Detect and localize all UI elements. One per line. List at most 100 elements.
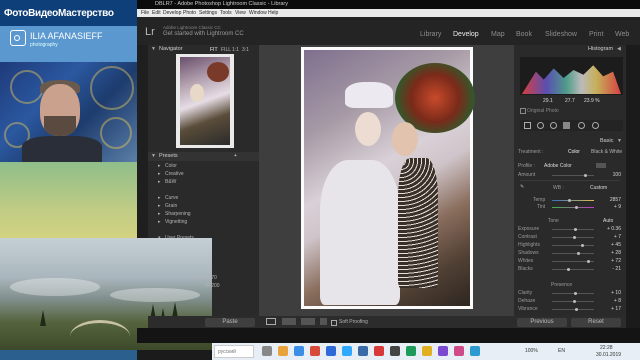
red-eye-icon[interactable]: [550, 122, 557, 129]
basic-title[interactable]: Basic: [600, 138, 613, 144]
reset-button[interactable]: Reset: [571, 318, 621, 327]
module-develop[interactable]: Develop: [453, 31, 479, 38]
lightroom-taskbar-icon[interactable]: [358, 346, 368, 356]
app-icon-2[interactable]: [390, 346, 400, 356]
app-icon-7[interactable]: [470, 346, 480, 356]
taskbar-search[interactable]: русский: [214, 345, 254, 358]
collapse-basic-icon[interactable]: ▼: [617, 138, 622, 144]
module-slideshow[interactable]: Slideshow: [545, 31, 577, 38]
slider-knob[interactable]: [586, 260, 590, 263]
profile-dropdown[interactable]: Adobe Color: [544, 163, 572, 169]
menu-view[interactable]: View: [235, 10, 246, 16]
photoshop-icon[interactable]: [342, 346, 352, 356]
preset-folder-color[interactable]: Color: [165, 163, 177, 169]
slider-track[interactable]: [552, 253, 594, 254]
clock-date[interactable]: 30.01.2019: [596, 352, 621, 358]
preset-folder-grain[interactable]: Grain: [165, 203, 177, 209]
battery-level[interactable]: 100%: [525, 348, 538, 354]
histogram-title[interactable]: Histogram: [588, 46, 613, 52]
slider-value[interactable]: - 21: [601, 266, 621, 272]
slider-knob[interactable]: [574, 308, 578, 311]
compare-icon[interactable]: [301, 318, 315, 325]
grid-icon[interactable]: [320, 318, 327, 325]
collapse-navigator-icon[interactable]: ▼: [151, 46, 156, 52]
tint-value[interactable]: + 9: [601, 204, 621, 210]
app-icon-6[interactable]: [454, 346, 464, 356]
app-icon-3[interactable]: [406, 346, 416, 356]
module-print[interactable]: Print: [589, 31, 603, 38]
menu-settings[interactable]: Settings: [199, 10, 217, 16]
slider-value[interactable]: + 7: [601, 234, 621, 240]
preset-item-70-200[interactable]: 70-200: [204, 283, 220, 289]
radial-filter-icon[interactable]: [578, 122, 585, 129]
word-icon[interactable]: [326, 346, 336, 356]
collapse-presets-icon[interactable]: ▼: [151, 153, 156, 159]
spot-removal-icon[interactable]: [537, 122, 544, 129]
clock-time[interactable]: 22:28: [600, 345, 613, 351]
slider-value[interactable]: + 10: [601, 290, 621, 296]
before-after-icon[interactable]: [282, 318, 296, 325]
slider-knob[interactable]: [580, 244, 584, 247]
original-photo-checkbox[interactable]: [520, 108, 526, 114]
profile-browser-icon[interactable]: [596, 163, 606, 168]
menu-develop[interactable]: Develop: [163, 10, 181, 16]
slider-knob[interactable]: [573, 228, 577, 231]
module-library[interactable]: Library: [420, 31, 441, 38]
slider-value[interactable]: + 28: [601, 250, 621, 256]
temp-slider[interactable]: [552, 200, 594, 201]
zoom-3-1[interactable]: 3:1: [242, 47, 249, 53]
zoom-fill[interactable]: FILL: [221, 47, 231, 53]
app-icon-5[interactable]: [438, 346, 448, 356]
slider-value[interactable]: + 72: [601, 258, 621, 264]
module-map[interactable]: Map: [491, 31, 505, 38]
menu-window[interactable]: Window: [249, 10, 267, 16]
preset-folder-bw[interactable]: B&W: [165, 179, 176, 185]
slider-value[interactable]: + 17: [601, 306, 621, 312]
preset-folder-sharpening[interactable]: Sharpening: [165, 211, 191, 217]
loupe-view-icon[interactable]: [266, 318, 276, 325]
app-icon[interactable]: [374, 346, 384, 356]
tint-slider[interactable]: [552, 207, 594, 208]
amount-knob[interactable]: [584, 174, 587, 177]
crop-tool-icon[interactable]: [524, 122, 531, 129]
treatment-bw[interactable]: Black & White: [591, 149, 622, 155]
explorer-icon[interactable]: [278, 346, 288, 356]
preset-folder-creative[interactable]: Creative: [165, 171, 184, 177]
auto-tone-button[interactable]: Auto: [603, 218, 613, 224]
soft-proofing-label[interactable]: Soft Proofing: [339, 319, 368, 325]
slider-track[interactable]: [552, 269, 594, 270]
slider-value[interactable]: + 8: [601, 298, 621, 304]
slider-track[interactable]: [552, 309, 594, 310]
slider-track[interactable]: [552, 245, 594, 246]
preset-folder-vignetting[interactable]: Vignetting: [165, 219, 187, 225]
identity-plate-line2[interactable]: Get started with Lightroom CC: [163, 31, 244, 37]
task-view-icon[interactable]: [262, 346, 272, 356]
collapse-histogram-icon[interactable]: ◀: [617, 46, 621, 52]
amount-slider[interactable]: [552, 175, 594, 176]
wb-dropdown[interactable]: Custom: [590, 185, 607, 191]
menu-tools[interactable]: Tools: [220, 10, 232, 16]
soft-proofing-checkbox[interactable]: [331, 320, 337, 326]
temp-value[interactable]: 2857: [601, 197, 621, 203]
preset-item-24-70[interactable]: 24-70: [204, 275, 217, 281]
paste-button[interactable]: Paste: [205, 318, 255, 327]
language-indicator[interactable]: EN: [558, 348, 565, 354]
zoom-1-1[interactable]: 1:1: [232, 47, 239, 53]
app-icon-4[interactable]: [422, 346, 432, 356]
presets-title[interactable]: Presets: [159, 153, 178, 159]
navigator-title[interactable]: Navigator: [159, 46, 183, 52]
module-web[interactable]: Web: [615, 31, 629, 38]
zoom-fit[interactable]: FIT: [210, 47, 218, 53]
graduated-filter-icon[interactable]: [563, 122, 570, 129]
original-photo-label[interactable]: Original Photo: [527, 108, 559, 114]
brush-icon[interactable]: [592, 122, 599, 129]
preset-folder-curve[interactable]: Curve: [165, 195, 178, 201]
slider-knob[interactable]: [573, 292, 577, 295]
temp-knob[interactable]: [568, 199, 571, 202]
right-scrollbar[interactable]: [626, 45, 640, 328]
slider-value[interactable]: + 45: [601, 242, 621, 248]
eyedropper-icon[interactable]: ✎: [520, 184, 524, 190]
chrome-icon[interactable]: [310, 346, 320, 356]
slider-value[interactable]: + 0.36: [601, 226, 621, 232]
menu-help[interactable]: Help: [268, 10, 278, 16]
